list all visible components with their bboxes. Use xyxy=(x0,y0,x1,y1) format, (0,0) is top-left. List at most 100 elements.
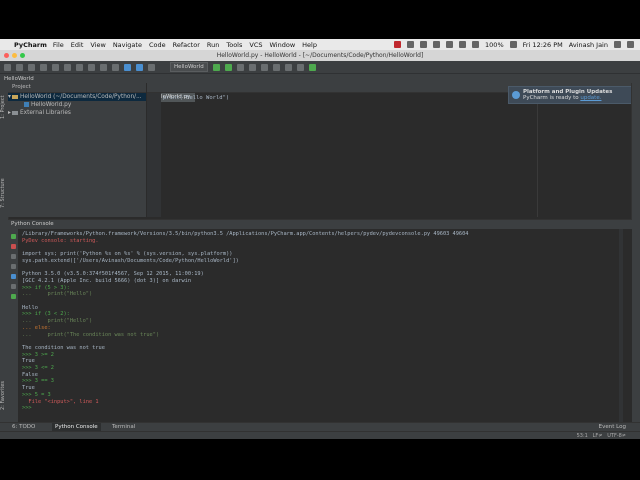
menu-help[interactable]: Help xyxy=(302,41,317,49)
tree-item-root[interactable]: ▾ HelloWorld (~/Documents/Code/Python/... xyxy=(8,93,146,101)
tree-item-external[interactable]: ▸ External Libraries xyxy=(8,109,146,117)
cut-icon[interactable] xyxy=(64,63,71,71)
console-line: sys.path.extend(['/Users/Avinash/Documen… xyxy=(22,257,239,264)
console-line: >>> if (3 < 2): xyxy=(22,311,70,318)
undo-icon[interactable] xyxy=(40,63,47,71)
notification-body: PyCharm is ready to update. xyxy=(523,95,628,101)
close-window-button[interactable] xyxy=(4,53,9,58)
console-line: True xyxy=(22,358,35,365)
update-notification[interactable]: Platform and Plugin Updates PyCharm is r… xyxy=(508,86,632,104)
stop-icon[interactable] xyxy=(10,244,16,249)
add-console-icon[interactable] xyxy=(10,294,16,299)
find-icon[interactable] xyxy=(100,63,107,71)
console-line: >>> 3 >= 2 xyxy=(22,351,54,358)
spotlight-icon[interactable] xyxy=(614,41,621,48)
navigation-bar: HelloWorld xyxy=(0,73,640,83)
variables-icon[interactable] xyxy=(10,264,16,269)
console-line: ... else: xyxy=(22,324,51,331)
notification-update-link[interactable]: update. xyxy=(580,95,601,101)
tab-project[interactable]: 1: Project xyxy=(0,87,8,127)
pycharm-screen: PyCharm File Edit View Navigate Code Ref… xyxy=(0,39,640,439)
console-input-prompt[interactable]: >>> xyxy=(22,405,32,411)
debug-icon[interactable] xyxy=(10,274,16,279)
volume-icon[interactable] xyxy=(472,41,480,48)
menu-navigate[interactable]: Navigate xyxy=(113,41,142,49)
run-config-select[interactable]: HelloWorld xyxy=(170,62,208,72)
battery-percent[interactable]: 100% xyxy=(485,41,504,49)
console-line: /Library/Frameworks/Python.framework/Ver… xyxy=(22,231,469,237)
debug-icon[interactable] xyxy=(224,63,232,71)
redo-icon[interactable] xyxy=(52,63,59,71)
rerun-icon[interactable] xyxy=(10,234,16,239)
console-line: Hello xyxy=(22,304,38,311)
clock[interactable]: Fri 12:26 PM xyxy=(523,41,563,49)
coverage-icon[interactable] xyxy=(236,63,244,71)
flag-icon[interactable] xyxy=(509,41,517,48)
tree-item-file[interactable]: HelloWorld.py xyxy=(8,101,146,109)
menu-vcs[interactable]: VCS xyxy=(249,41,262,49)
console-toolbar xyxy=(8,229,18,423)
notification-text: PyCharm is ready to xyxy=(523,95,579,101)
minimize-window-button[interactable] xyxy=(12,53,17,58)
back-icon[interactable] xyxy=(124,63,131,71)
console-line: >>> 5 = 3 xyxy=(22,391,51,398)
menu-refactor[interactable]: Refactor xyxy=(173,41,200,49)
console-header[interactable]: Python Console xyxy=(8,220,632,229)
file-encoding[interactable]: UTF-8≠ xyxy=(607,433,626,439)
python-console-icon[interactable] xyxy=(308,63,316,71)
copy-icon[interactable] xyxy=(76,63,83,71)
breadcrumb-project[interactable]: HelloWorld xyxy=(4,76,34,82)
right-margin-guide xyxy=(537,93,538,217)
build-icon[interactable] xyxy=(148,63,155,71)
airplay-icon[interactable] xyxy=(433,41,441,48)
console-line: The condition was not true xyxy=(22,344,105,351)
folder-icon xyxy=(12,94,18,99)
console-output[interactable]: /Library/Frameworks/Python.framework/Ver… xyxy=(22,231,468,412)
line-separator[interactable]: LF≠ xyxy=(593,433,603,439)
run-icon[interactable] xyxy=(212,63,220,71)
caret-position[interactable]: 53:1 xyxy=(577,433,588,439)
console-line: ... print("Hello") xyxy=(22,291,93,298)
recording-icon[interactable] xyxy=(394,41,402,48)
console-line: >>> 3 <= 2 xyxy=(22,365,54,372)
wifi-icon[interactable] xyxy=(459,41,467,48)
help-icon[interactable] xyxy=(296,63,304,71)
vcs-icon[interactable] xyxy=(260,63,268,71)
stop-icon[interactable] xyxy=(248,63,256,71)
menu-edit[interactable]: Edit xyxy=(71,41,84,49)
editor-code[interactable]: print("Hello World") xyxy=(163,95,229,101)
project-panel-header[interactable]: Project xyxy=(8,83,146,93)
menu-tools[interactable]: Tools xyxy=(226,41,242,49)
console-scrollbar[interactable] xyxy=(619,229,623,423)
menu-file[interactable]: File xyxy=(53,41,64,49)
user-name[interactable]: Avinash Jain xyxy=(569,41,608,49)
sync-icon[interactable] xyxy=(420,41,428,48)
bluetooth-icon[interactable] xyxy=(446,41,454,48)
menu-code[interactable]: Code xyxy=(149,41,166,49)
window-controls xyxy=(4,53,25,58)
save-icon[interactable] xyxy=(16,63,23,71)
status-right: 53:1 LF≠ UTF-8≠ xyxy=(577,432,626,439)
open-folder-icon[interactable] xyxy=(4,63,11,71)
history-icon[interactable] xyxy=(10,284,16,289)
zoom-window-button[interactable] xyxy=(20,53,25,58)
menubar-status-area: 100% Fri 12:26 PM Avinash Jain xyxy=(394,39,634,50)
console-line: PyDev console: starting. xyxy=(22,237,99,244)
status-icon[interactable] xyxy=(407,41,415,48)
editor-gutter[interactable] xyxy=(147,93,161,217)
menu-view[interactable]: View xyxy=(90,41,105,49)
soft-wrap-icon[interactable] xyxy=(10,254,16,259)
paste-icon[interactable] xyxy=(88,63,95,71)
notification-center-icon[interactable] xyxy=(627,41,634,48)
menu-run[interactable]: Run xyxy=(207,41,219,49)
project-structure-icon[interactable] xyxy=(284,63,292,71)
console-line: import sys; print('Python %s on %s' % (s… xyxy=(22,251,233,258)
sync-icon[interactable] xyxy=(28,63,35,71)
settings-icon[interactable] xyxy=(272,63,280,71)
tab-favorites[interactable]: 2: Favorites xyxy=(0,373,8,417)
forward-icon[interactable] xyxy=(136,63,143,71)
tab-structure[interactable]: 7: Structure xyxy=(0,171,8,215)
replace-icon[interactable] xyxy=(112,63,119,71)
menu-app-name[interactable]: PyCharm xyxy=(14,41,47,49)
menu-window[interactable]: Window xyxy=(270,41,296,49)
